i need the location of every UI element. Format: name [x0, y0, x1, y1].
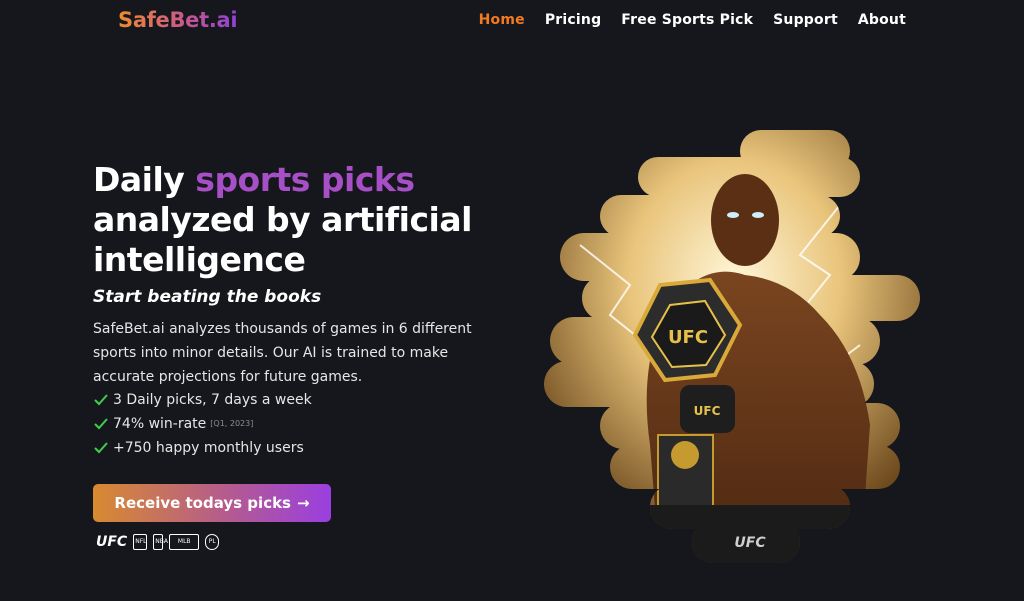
- site-logo[interactable]: SafeBet.ai: [118, 8, 238, 32]
- belt-text: UFC: [668, 327, 708, 348]
- hero-title: Daily sports picks analyzed by artificia…: [93, 160, 513, 280]
- feature-list: 3 Daily picks, 7 days a week 74% win-rat…: [93, 388, 312, 460]
- nav-about-link[interactable]: About: [858, 12, 906, 28]
- nav-support-link[interactable]: Support: [773, 12, 838, 28]
- hero-title-part2: analyzed by artificial intelligence: [93, 200, 472, 279]
- nav-home-link[interactable]: Home: [479, 12, 525, 28]
- top-navbar: SafeBet.ai Home Pricing Free Sports Pick…: [0, 0, 1024, 40]
- hero-description: SafeBet.ai analyzes thousands of games i…: [93, 321, 472, 385]
- league-logos: UFC NFL NBA MLB PL: [96, 534, 220, 550]
- feature-item: 3 Daily picks, 7 days a week: [93, 388, 312, 412]
- feature-note: [Q1, 2023]: [210, 419, 254, 428]
- feature-item: +750 happy monthly users: [93, 436, 312, 460]
- checkmark-icon: [94, 418, 108, 430]
- mlb-logo-icon: MLB: [169, 534, 200, 550]
- fighter-illustration: UFC UFC UFC: [544, 130, 920, 563]
- hero-title-highlight: sports picks: [195, 160, 415, 199]
- feature-text: +750 happy monthly users: [113, 440, 304, 456]
- arrow-right-icon: →: [297, 494, 310, 512]
- feature-text: 74% win-rate: [113, 416, 207, 432]
- ufc-logo-icon: UFC: [96, 534, 128, 550]
- hero-tagline: Start beating the books: [93, 287, 322, 307]
- premier-league-logo-icon: PL: [205, 534, 220, 550]
- cta-label: Receive todays picks: [114, 494, 291, 512]
- receive-picks-button[interactable]: Receive todays picks →: [93, 484, 331, 522]
- main-menu: Home Pricing Free Sports Pick Support Ab…: [479, 12, 906, 28]
- checkmark-icon: [94, 442, 108, 454]
- feature-item: 74% win-rate [Q1, 2023]: [93, 412, 312, 436]
- nav-free-sports-pick-link[interactable]: Free Sports Pick: [621, 12, 753, 28]
- nba-logo-icon: NBA: [153, 534, 168, 550]
- shorts-text: UFC: [734, 535, 766, 551]
- nfl-logo-icon: NFL: [133, 534, 148, 550]
- glove-text: UFC: [694, 404, 721, 418]
- hero-title-part1: Daily: [93, 160, 196, 199]
- nav-pricing-link[interactable]: Pricing: [545, 12, 601, 28]
- checkmark-icon: [94, 394, 108, 406]
- feature-text: 3 Daily picks, 7 days a week: [113, 392, 312, 408]
